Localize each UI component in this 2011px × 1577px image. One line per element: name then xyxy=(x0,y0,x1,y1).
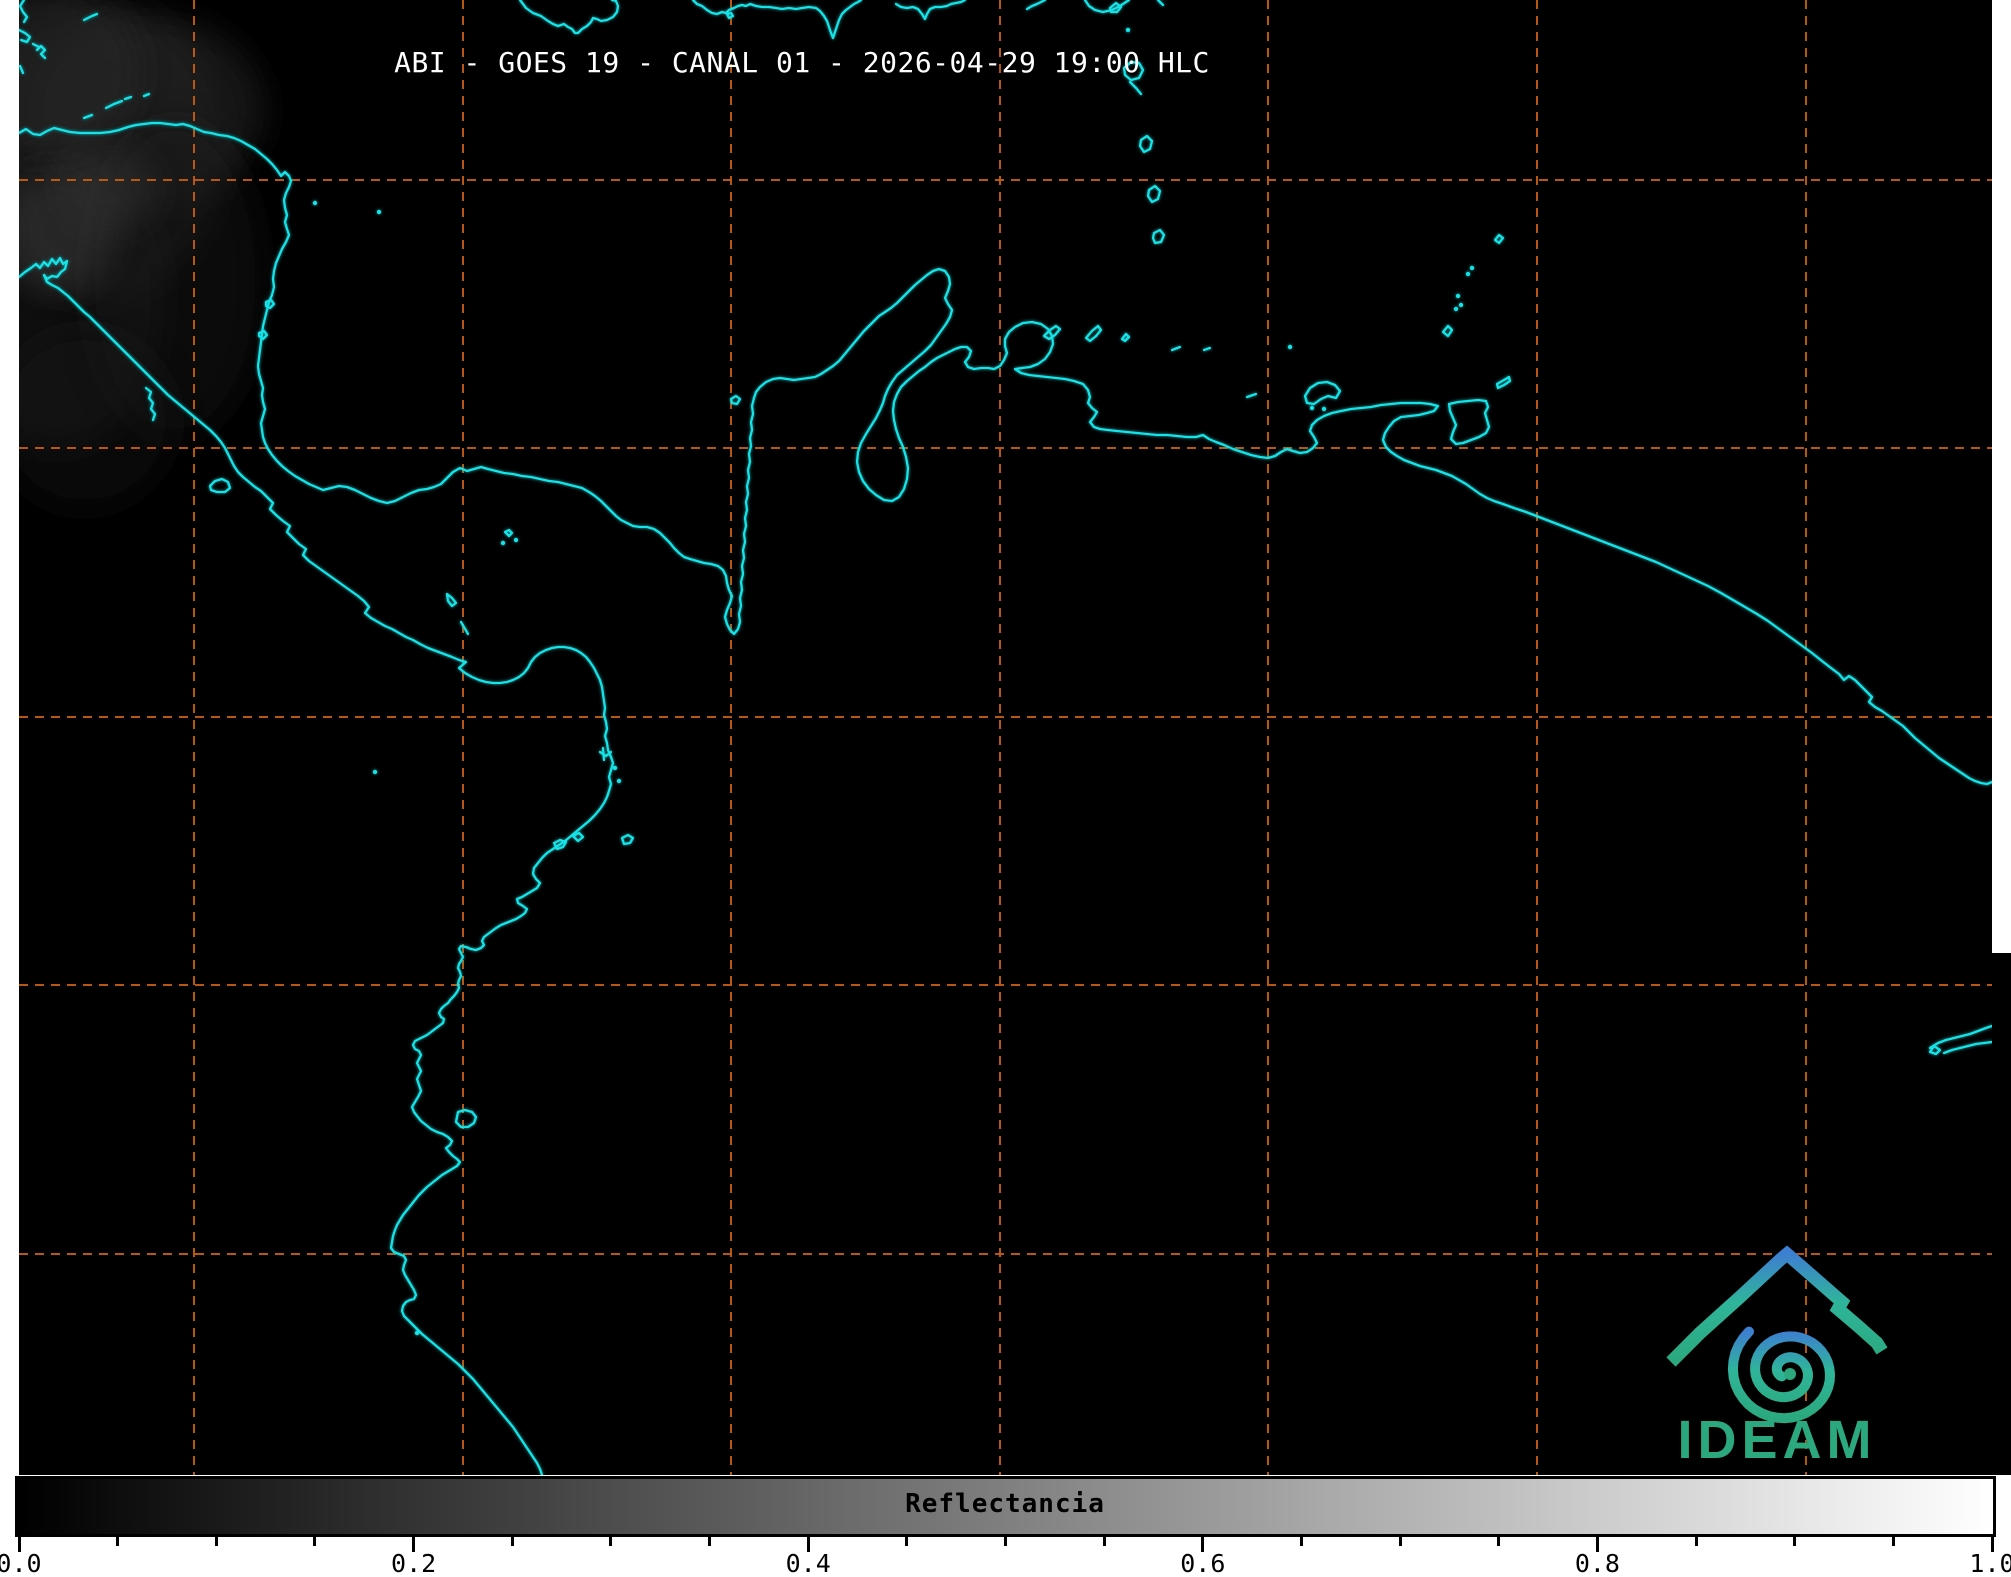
satellite-viewer: IDEAM ABI - GOES 19 - CANAL 01 - 2026-04… xyxy=(0,0,2011,1577)
islet-dot-pearl-dot-2 xyxy=(501,541,505,545)
islet-dot-grenadine-4 xyxy=(1470,266,1474,270)
colorbar-tick-label: 0.0 xyxy=(0,1549,42,1577)
coastline-islet-cross-2 xyxy=(603,748,604,760)
islet-dot-grenadine-2 xyxy=(1459,303,1463,307)
colorbar-tick-label: 0.2 xyxy=(391,1549,436,1577)
colorbar-minor-tick xyxy=(1103,1537,1106,1546)
islet-dot-lobos-islet xyxy=(415,1331,419,1335)
colorbar-tick-label: 0.4 xyxy=(786,1549,831,1577)
colorbar-minor-tick xyxy=(1004,1537,1007,1546)
right-figure-margin xyxy=(1992,0,2011,953)
logo-spiral-eye xyxy=(1784,1368,1796,1380)
cloud-patch xyxy=(65,150,155,230)
islet-dot-malpelo xyxy=(373,770,377,774)
islet-dot-st-vincent xyxy=(1466,272,1470,276)
colorbar-minor-tick xyxy=(1399,1537,1402,1546)
colorbar-label: Reflectancia xyxy=(905,1489,1105,1519)
logo-background-edge xyxy=(1992,953,2011,1475)
colorbar-minor-tick xyxy=(1793,1537,1796,1546)
islet-dot-grenadine-1 xyxy=(1456,294,1460,298)
islet-dot-pearl-dot-1 xyxy=(514,538,518,542)
colorbar-minor-tick xyxy=(116,1537,119,1546)
map-title: ABI - GOES 19 - CANAL 01 - 2026-04-29 19… xyxy=(394,46,1210,79)
islet-dot-islet-esmeraldas-1 xyxy=(613,766,617,770)
colorbar-minor-tick xyxy=(609,1537,612,1546)
ideam-logo-text: IDEAM xyxy=(1678,1410,1877,1470)
satellite-map: IDEAM xyxy=(0,0,2011,1475)
islet-dot-providencia xyxy=(377,210,381,214)
colorbar-minor-tick xyxy=(1695,1537,1698,1546)
colorbar-minor-tick xyxy=(1497,1537,1500,1546)
islet-dot-san-andres xyxy=(313,201,317,205)
cloud-patch xyxy=(0,330,175,510)
colorbar-minor-tick xyxy=(215,1537,218,1546)
colorbar-tick-label: 0.6 xyxy=(1180,1549,1225,1577)
colorbar-minor-tick xyxy=(1892,1537,1895,1546)
left-figure-margin xyxy=(0,0,19,1475)
colorbar-tick-label: 1.0 xyxy=(1969,1549,2011,1577)
islet-dot-islet-esmeraldas-2 xyxy=(617,779,621,783)
islet-dot-leeward-dot xyxy=(1126,28,1130,32)
colorbar-tick-label: 0.8 xyxy=(1575,1549,1620,1577)
islet-dot-grenadine-3 xyxy=(1454,307,1458,311)
islet-dot-margarita-dot-2 xyxy=(1322,407,1326,411)
colorbar-minor-tick xyxy=(905,1537,908,1546)
colorbar-minor-tick xyxy=(511,1537,514,1546)
islet-dot-margarita-dot-1 xyxy=(1310,406,1314,410)
colorbar-minor-tick xyxy=(1300,1537,1303,1546)
colorbar-minor-tick xyxy=(313,1537,316,1546)
colorbar-minor-tick xyxy=(708,1537,711,1546)
islet-dot-la-orchila xyxy=(1288,345,1292,349)
